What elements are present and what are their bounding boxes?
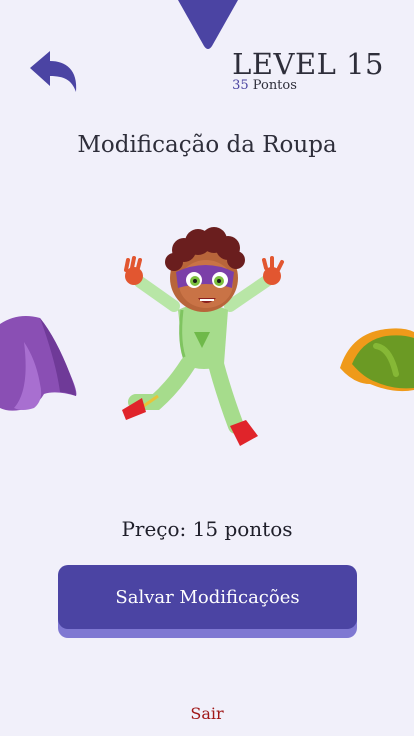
superhero-character xyxy=(122,227,284,446)
top-notch-triangle xyxy=(178,0,238,49)
points-unit: Pontos xyxy=(252,78,297,93)
exit-link[interactable]: Sair xyxy=(0,704,414,723)
page-title: Modificação da Roupa xyxy=(77,132,337,158)
save-modifications-button[interactable]: Salvar Modificações xyxy=(58,565,357,629)
cape-option-green[interactable] xyxy=(336,324,414,394)
back-arrow-icon xyxy=(30,51,77,92)
cape-option-purple[interactable] xyxy=(0,312,80,416)
back-button[interactable] xyxy=(28,48,80,96)
points-value: 35 xyxy=(232,78,249,93)
price-label: Preço: 15 pontos xyxy=(121,517,293,541)
level-info: LEVEL 15 35 Pontos xyxy=(232,48,384,93)
level-label: LEVEL 15 xyxy=(232,47,384,81)
